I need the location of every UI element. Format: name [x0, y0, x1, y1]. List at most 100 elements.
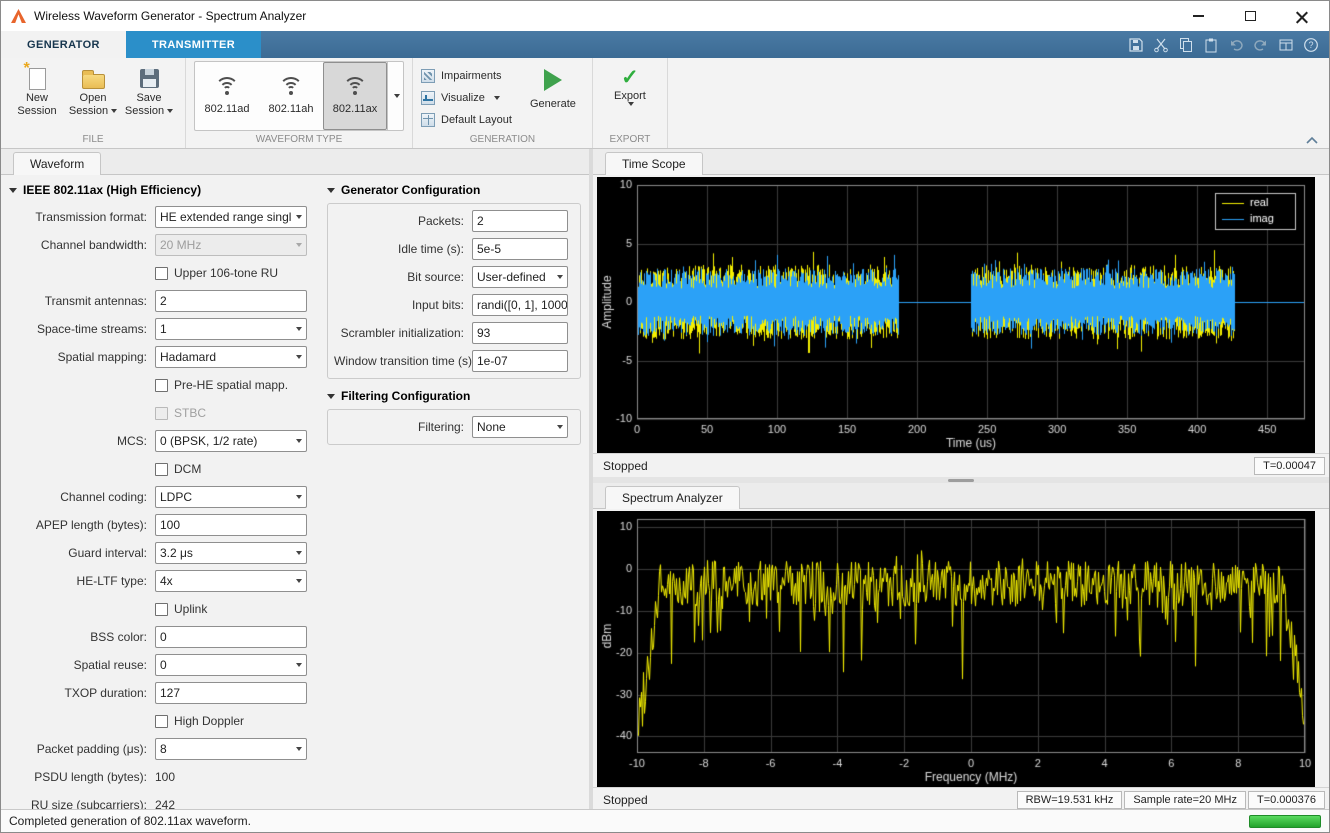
- uplink-checkbox[interactable]: [155, 602, 168, 616]
- packet-padding-value: 8: [160, 742, 167, 756]
- spatial-reuse-dropdown[interactable]: 0: [155, 654, 307, 676]
- save-session-button[interactable]: Save Session: [121, 61, 177, 118]
- waveform-type-gallery: 802.11ad 802.11ah 802.11ax: [194, 61, 404, 131]
- waveform-type-802.11ad-button[interactable]: 802.11ad: [195, 62, 259, 130]
- space-time-streams-dropdown[interactable]: 1: [155, 318, 307, 340]
- waveform-gallery-dropdown[interactable]: [387, 62, 403, 130]
- impairments-button[interactable]: Impairments: [421, 66, 512, 85]
- spectrum-analyzer-panel: Spectrum Analyzer Stopped RBW=19.531 kHz…: [593, 483, 1329, 811]
- guard-interval-dropdown[interactable]: 3.2 μs: [155, 542, 307, 564]
- bit-source-dropdown[interactable]: User-defined: [472, 266, 568, 288]
- help-icon[interactable]: ?: [1303, 37, 1319, 53]
- cut-icon[interactable]: [1153, 37, 1169, 53]
- section-ieee-80211ax[interactable]: IEEE 802.11ax (High Efficiency): [9, 177, 315, 203]
- upper-106-tone-ru-label: Upper 106-tone RU: [174, 266, 279, 280]
- tab-transmitter[interactable]: TRANSMITTER: [125, 31, 262, 58]
- idle-time-input[interactable]: 5e-5: [472, 238, 568, 260]
- visualize-button[interactable]: Visualize: [421, 88, 512, 107]
- bss-color-input[interactable]: 0: [155, 626, 307, 648]
- waveform-type-802.11ah-button[interactable]: 802.11ah: [259, 62, 323, 130]
- ru-size-label: RU size (subcarriers):: [30, 798, 147, 809]
- new-session-button[interactable]: NewSession: [9, 61, 65, 118]
- tab-waveform[interactable]: Waveform: [13, 152, 102, 175]
- stbc-checkbox[interactable]: [155, 406, 168, 420]
- quick-access-toolbar: ?: [1128, 31, 1329, 58]
- mcs-dropdown[interactable]: 0 (BPSK, 1/2 rate): [155, 430, 307, 452]
- undo-icon[interactable]: [1228, 37, 1244, 53]
- open-session-label: Session: [69, 105, 118, 118]
- spectrum-plot[interactable]: [597, 511, 1315, 787]
- copy-icon[interactable]: [1178, 37, 1194, 53]
- section-generator-configuration[interactable]: Generator Configuration: [327, 177, 581, 203]
- input-bits-input[interactable]: randi([0, 1], 1000, 1: [472, 294, 568, 316]
- splitter-grip: [948, 478, 974, 482]
- channel-bandwidth-dropdown[interactable]: 20 MHz: [155, 234, 307, 256]
- minimize-button[interactable]: [1187, 7, 1209, 25]
- space-time-streams-value: 1: [160, 322, 167, 336]
- tab-time-scope[interactable]: Time Scope: [605, 152, 703, 175]
- maximize-button[interactable]: [1239, 7, 1261, 25]
- open-session-button[interactable]: Open Session: [65, 61, 121, 118]
- window-transition-time-input[interactable]: 1e-07: [472, 350, 568, 372]
- mcs-label: MCS:: [117, 434, 147, 448]
- channel-coding-dropdown[interactable]: LDPC: [155, 486, 307, 508]
- bit-source-label: Bit source:: [407, 270, 464, 284]
- field-row-bit-source: Bit source: User-defined: [334, 263, 574, 291]
- ru-size-value: 242: [155, 798, 176, 809]
- transmit-antennas-input[interactable]: 2: [155, 290, 307, 312]
- progress-bar: [1249, 814, 1321, 828]
- time-scope-panel: Time Scope Stopped T=0.00047: [593, 149, 1329, 477]
- packets-input[interactable]: 2: [472, 210, 568, 232]
- waveform-type-label: 802.11ah: [268, 103, 314, 115]
- section-filtering-configuration[interactable]: Filtering Configuration: [327, 383, 581, 409]
- time-scope-tabbar: Time Scope: [593, 149, 1329, 175]
- chevron-down-icon: [296, 495, 302, 499]
- save-session-label: Save: [136, 92, 162, 104]
- pre-he-spatial-mapping-checkbox[interactable]: [155, 378, 168, 392]
- ribbon-section-file: NewSessionOpenSessionSaveSession FILE: [1, 58, 186, 148]
- save-floppy-icon: [139, 69, 159, 88]
- high-doppler-checkbox[interactable]: [155, 714, 168, 728]
- default-layout-button[interactable]: Default Layout: [421, 110, 512, 129]
- field-row-bss-color: BSS color: 0: [9, 623, 315, 651]
- generate-button[interactable]: Generate: [522, 61, 584, 110]
- close-button[interactable]: [1291, 7, 1313, 25]
- ribbon-section-generation: Impairments Visualize Default Layout Gener…: [413, 58, 593, 148]
- redo-icon[interactable]: [1253, 37, 1269, 53]
- tab-transmitter-label: TRANSMITTER: [151, 38, 236, 51]
- field-row-channel-coding: Channel coding: LDPC: [9, 483, 315, 511]
- txop-duration-input[interactable]: 127: [155, 682, 307, 704]
- waveform-type-802.11ax-button[interactable]: 802.11ax: [323, 62, 387, 130]
- idle-time-label: Idle time (s):: [397, 242, 464, 256]
- collapse-ribbon-button[interactable]: [1305, 132, 1319, 144]
- save-icon[interactable]: [1128, 37, 1144, 53]
- default-layout-label: Default Layout: [441, 113, 512, 126]
- transmission-format-dropdown[interactable]: HE extended range singl...: [155, 206, 307, 228]
- apep-length-input[interactable]: 100: [155, 514, 307, 536]
- spectrum-time-value: T=0.000376: [1247, 790, 1325, 809]
- paste-icon[interactable]: [1203, 37, 1219, 53]
- export-label: Export: [614, 90, 646, 102]
- collapse-triangle-icon: [9, 187, 17, 193]
- window-icon[interactable]: [1278, 37, 1294, 53]
- guard-interval-value: 3.2 μs: [160, 546, 193, 560]
- export-button[interactable]: Export: [601, 61, 659, 106]
- impairments-icon: [421, 68, 435, 83]
- tab-spectrum-analyzer[interactable]: Spectrum Analyzer: [605, 486, 740, 509]
- titlebar: Wireless Waveform Generator - Spectrum A…: [1, 1, 1329, 31]
- he-ltf-type-dropdown[interactable]: 4x: [155, 570, 307, 592]
- scrambler-initialization-input[interactable]: 93: [472, 322, 568, 344]
- filtering-label: Filtering:: [417, 420, 464, 434]
- dcm-checkbox[interactable]: [155, 462, 168, 476]
- tab-generator[interactable]: GENERATOR: [1, 31, 126, 58]
- spectrum-rbw-value: RBW=19.531 kHz: [1016, 790, 1123, 809]
- time-scope-plot[interactable]: [597, 177, 1315, 453]
- waveform-type-label: 802.11ax: [332, 103, 378, 115]
- field-row-stbc: STBC: [9, 399, 315, 427]
- spatial-mapping-dropdown[interactable]: Hadamard: [155, 346, 307, 368]
- packet-padding-dropdown[interactable]: 8: [155, 738, 307, 760]
- filtering-dropdown[interactable]: None: [472, 416, 568, 438]
- upper-106-tone-ru-checkbox[interactable]: [155, 266, 168, 280]
- chevron-down-icon: [493, 95, 500, 100]
- ribbon-tab-strip: GENERATOR TRANSMITTER ?: [1, 31, 1329, 58]
